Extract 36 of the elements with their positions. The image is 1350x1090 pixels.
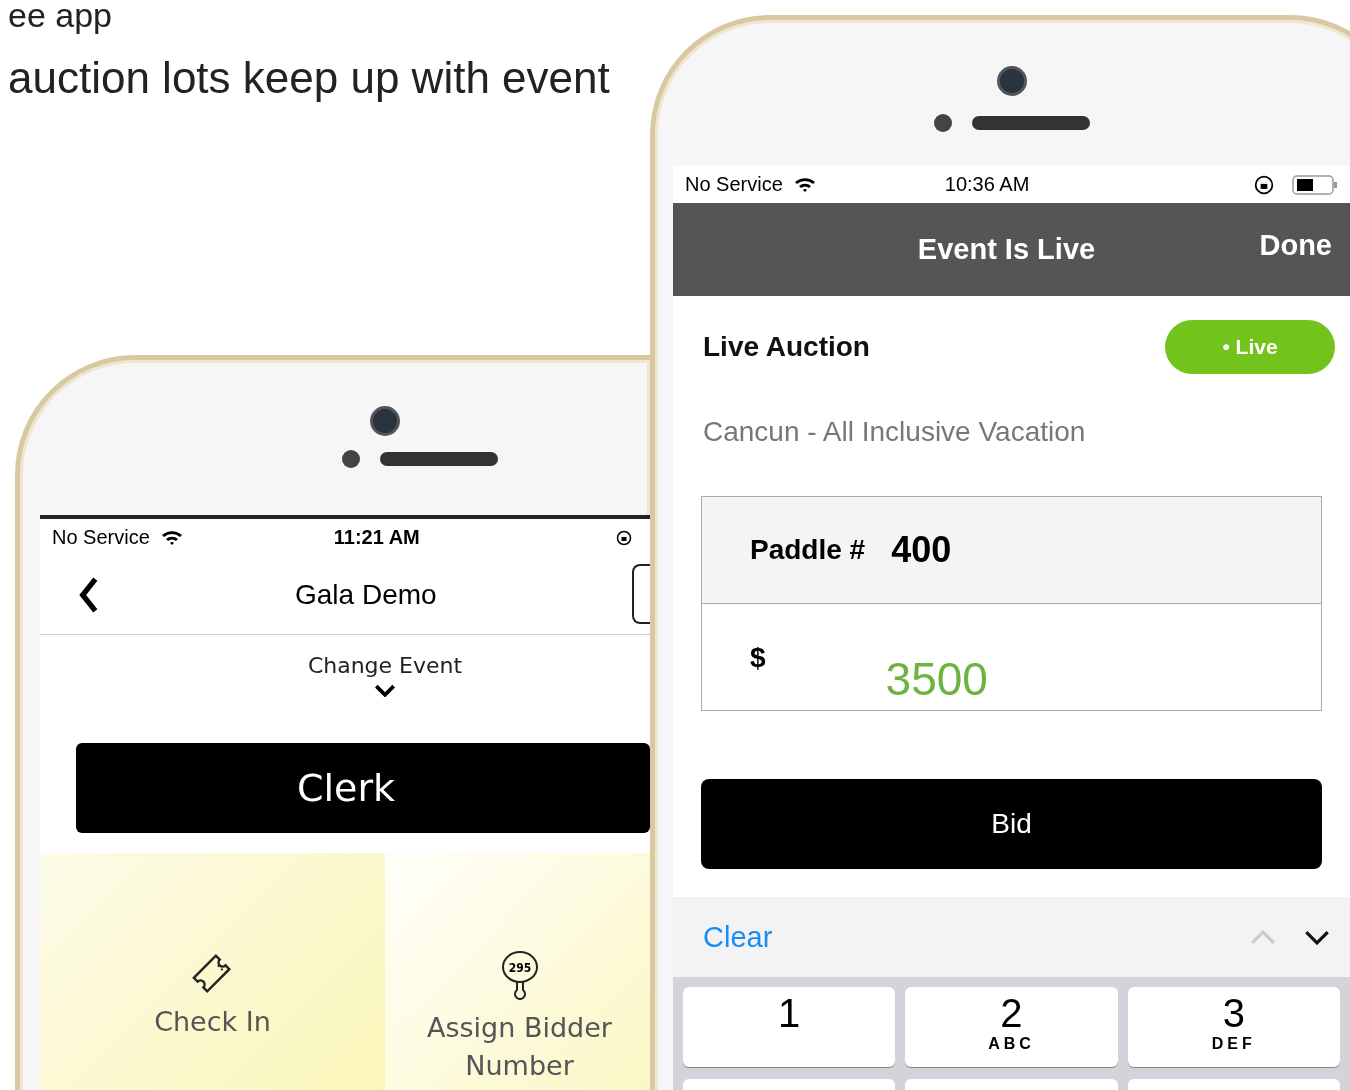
live-badge: • Live (1165, 320, 1335, 374)
keypad-key[interactable]: 1 (683, 987, 896, 1067)
nav-title: Event Is Live (917, 233, 1096, 266)
section-title: Live Auction (703, 331, 870, 363)
amount-field[interactable]: $ 3500 (702, 604, 1321, 710)
menu-tile[interactable]: 295 Assign Bidder Number (385, 853, 650, 1090)
chevron-down-icon[interactable] (374, 684, 396, 697)
clerk-button[interactable]: Clerk (76, 743, 650, 833)
camera-icon (370, 406, 400, 436)
sensor-icon (934, 114, 952, 132)
tile-label: Check In (153, 1005, 272, 1039)
tile-label: Assign Bidder Number (426, 1011, 613, 1083)
rotation-lock-icon (1254, 174, 1274, 195)
menu-tile[interactable]: Check In (40, 853, 385, 1090)
done-button[interactable]: Done (1259, 229, 1332, 262)
chevron-down-icon[interactable] (1304, 929, 1330, 945)
keypad-key[interactable]: 3 DEF (1127, 987, 1340, 1067)
back-icon[interactable] (78, 576, 100, 614)
nav-title: Gala Demo (295, 579, 437, 611)
speaker-icon (380, 452, 498, 466)
bid-button[interactable]: Bid (701, 779, 1322, 869)
change-event-text[interactable]: Change Event (307, 653, 463, 678)
subheading-text: auction lots keep up with event (8, 53, 610, 103)
clock-text: 10:36 AM (944, 173, 1030, 196)
clock-text: 11:21 AM (333, 526, 420, 549)
carrier-text: No Service (685, 173, 783, 196)
carrier-text: No Service (52, 526, 150, 549)
speaker-icon (972, 116, 1090, 130)
sensor-icon (342, 450, 360, 468)
paddle-field[interactable]: Paddle # 400 (702, 497, 1321, 604)
camera-icon (997, 66, 1027, 96)
rotation-lock-icon (616, 529, 632, 546)
lot-name: Cancun - All Inclusive Vacation (702, 416, 1087, 448)
battery-icon (1292, 174, 1338, 195)
heading-text: ee app (8, 0, 113, 35)
keypad-key[interactable]: 2 ABC (905, 987, 1118, 1067)
